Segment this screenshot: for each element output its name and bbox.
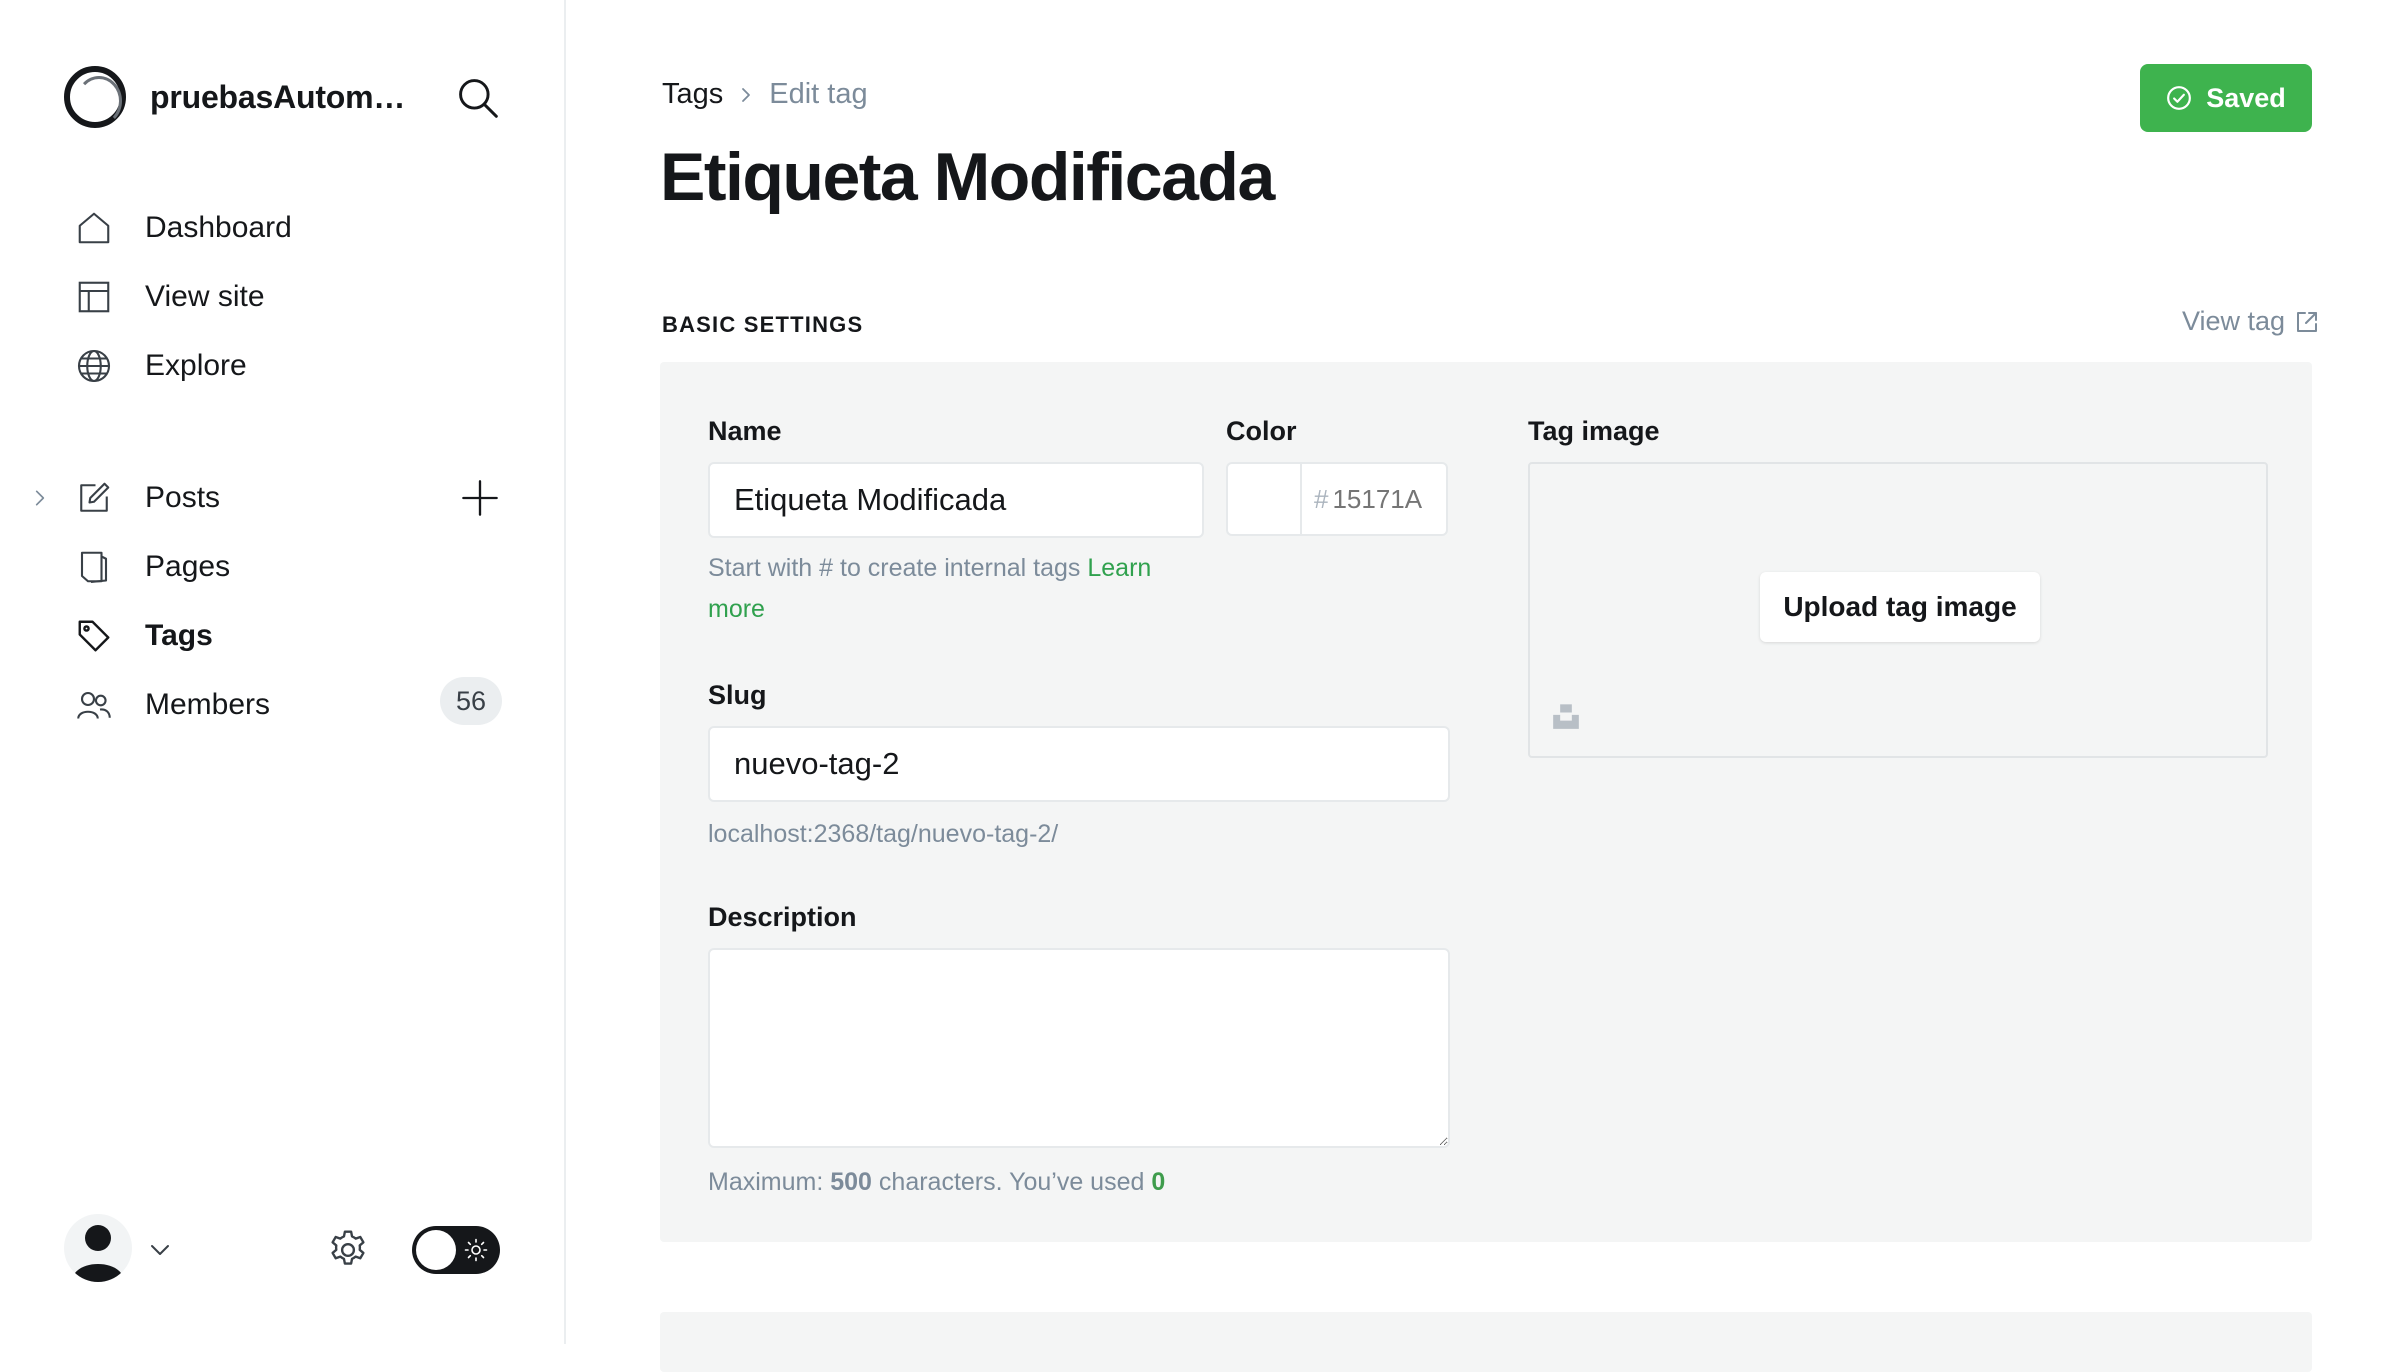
color-label: Color (1226, 416, 1297, 446)
color-hex-input[interactable] (1332, 483, 1443, 515)
desc-hint-used: 0 (1151, 1168, 1166, 1196)
basic-settings-panel: Name Start with # to create internal tag… (660, 362, 2312, 1242)
members-count-badge: 56 (440, 677, 502, 725)
page-title: Etiqueta Modificada (660, 139, 1275, 215)
nav-label: Tags (145, 619, 213, 652)
nav-item-posts[interactable]: Posts (0, 468, 566, 528)
theme-toggle[interactable] (412, 1226, 500, 1274)
learn-more-link-cont[interactable]: more (708, 595, 765, 623)
avatar[interactable] (64, 1214, 132, 1282)
chevron-right-icon (742, 87, 751, 102)
nav-label: Pages (145, 550, 231, 583)
main-content: Tags Edit tag Etiqueta Modificada Saved … (568, 0, 2400, 1372)
desc-hint-max: 500 (830, 1168, 872, 1196)
globe-icon (77, 349, 111, 383)
hash-prefix: # (1314, 483, 1329, 514)
home-icon (78, 212, 110, 244)
nav-label: Explore (145, 349, 247, 382)
chevron-down-icon[interactable] (148, 1238, 172, 1262)
unsplash-icon[interactable] (1552, 702, 1580, 730)
tag-image-dropzone[interactable]: Upload tag image (1528, 462, 2268, 758)
external-link-icon (2297, 311, 2318, 332)
brand[interactable]: pruebasAutoma... (64, 64, 414, 130)
upload-tag-image-button[interactable]: Upload tag image (1760, 572, 2040, 642)
sidebar: pruebasAutoma... Dashboard View site Exp… (0, 0, 566, 1344)
description-label: Description (708, 902, 857, 932)
tag-icon (78, 620, 110, 652)
members-icon (77, 691, 111, 719)
slug-label: Slug (708, 680, 767, 710)
tag-image-label: Tag image (1528, 416, 1660, 446)
color-field[interactable]: # (1300, 462, 1448, 536)
chevron-right-icon[interactable] (30, 488, 50, 508)
nav-label: Members (145, 688, 271, 721)
view-tag-label: View tag (2182, 306, 2286, 336)
check-circle-icon (2167, 86, 2192, 110)
name-label: Name (708, 416, 782, 446)
add-post-icon[interactable] (460, 478, 500, 518)
nav-item-members[interactable]: Members 56 (0, 675, 566, 735)
layout-icon (78, 281, 110, 313)
site-logo (64, 66, 126, 128)
nav-label: Posts (145, 481, 221, 514)
nav-item-dashboard[interactable]: Dashboard (0, 198, 566, 258)
breadcrumb: Tags Edit tag (662, 78, 868, 111)
nav-label: Dashboard (145, 211, 292, 244)
name-input[interactable] (708, 462, 1204, 538)
pages-icon (80, 551, 108, 584)
sun-icon (464, 1238, 488, 1262)
desc-hint-middle: characters. You’ve used (878, 1168, 1145, 1196)
nav-item-explore[interactable]: Explore (0, 336, 566, 396)
description-hint: Maximum: 500 characters. You’ve used 0 (708, 1162, 1165, 1203)
nav-label: View site (145, 280, 265, 313)
desc-hint-prefix: Maximum: (708, 1168, 824, 1196)
slug-url-preview: localhost:2368/tag/nuevo-tag-2/ (708, 820, 1059, 848)
sidebar-footer (0, 1210, 566, 1290)
edit-icon (80, 482, 110, 512)
description-textarea[interactable] (708, 948, 1450, 1148)
saved-label: Saved (2206, 82, 2286, 113)
breadcrumb-current: Edit tag (769, 78, 868, 110)
toggle-knob (416, 1230, 456, 1270)
saved-button[interactable]: Saved (2140, 64, 2312, 132)
nav-item-pages[interactable]: Pages (0, 537, 566, 597)
name-hint: Start with # to create internal tags Lea… (708, 548, 1228, 630)
name-hint-text: Start with # to create internal tags (708, 554, 1081, 582)
breadcrumb-tags-link[interactable]: Tags (662, 78, 723, 111)
learn-more-link[interactable]: Learn (1087, 554, 1151, 582)
slug-input[interactable] (708, 726, 1450, 802)
next-settings-panel (660, 1312, 2312, 1372)
user-icon (72, 1225, 124, 1282)
nav-item-view-site[interactable]: View site (0, 267, 566, 327)
site-name: pruebasAutoma... (150, 78, 414, 115)
view-tag-link[interactable]: View tag (2182, 306, 2319, 337)
section-title: BASIC SETTINGS (662, 312, 864, 337)
search-icon[interactable] (456, 76, 500, 120)
nav-item-tags[interactable]: Tags (0, 606, 566, 666)
gear-icon[interactable] (326, 1228, 370, 1272)
color-swatch[interactable] (1226, 462, 1300, 536)
